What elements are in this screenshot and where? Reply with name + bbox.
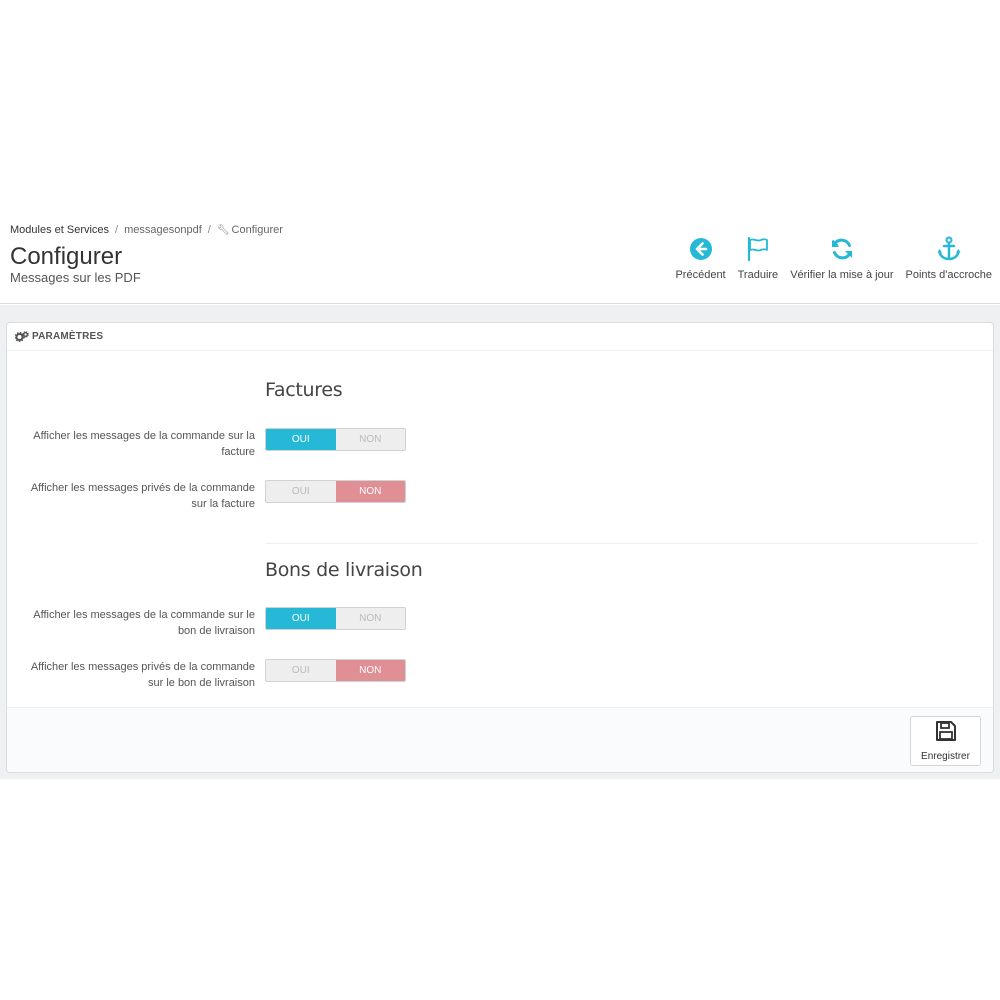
content-area: PARAMÈTRES Factures Afficher les message… [0,305,1000,779]
settings-panel: PARAMÈTRES Factures Afficher les message… [6,322,994,773]
switch-yes-option[interactable]: OUI [266,608,336,629]
breadcrumb-modules[interactable]: Modules et Services [10,224,109,236]
switch-no-option[interactable]: NON [335,660,405,681]
field-label: Afficher les messages privés de la comma… [30,661,255,689]
gears-icon [15,331,29,342]
breadcrumb-separator: / [115,224,119,236]
breadcrumb: Modules et Services / messagesonpdf / 🔧︎ Conf… [10,224,283,236]
breadcrumb-separator: / [207,224,211,236]
form-row-delivery-private-messages: Afficher les messages privés de la comma… [7,659,995,699]
save-button-label: Enregistrer [921,751,970,762]
section-title-delivery-slips: Bons de livraison [265,559,423,581]
field-label: Afficher les messages privés de la comma… [30,482,255,510]
switch-no-option[interactable]: NON [336,429,406,450]
floppy-disk-icon [935,720,957,747]
page-subtitle: Messages sur les PDF [10,270,141,285]
invoice-private-messages-switch[interactable]: OUI NON [265,480,406,503]
invoice-order-messages-switch[interactable]: OUI NON [265,428,406,451]
switch-yes-option[interactable]: OUI [266,429,336,450]
check-update-button[interactable]: Vérifier la mise à jour [784,234,899,281]
check-update-button-label: Vérifier la mise à jour [790,269,894,281]
hooks-button[interactable]: Points d'accroche [900,234,998,281]
circle-arrow-left-icon [686,234,716,264]
delivery-private-messages-switch[interactable]: OUI NON [265,659,406,682]
form-row-delivery-order-messages: Afficher les messages de la commande sur… [7,607,995,647]
breadcrumb-current: Configurer [231,224,283,236]
switch-yes-option[interactable]: OUI [266,660,336,681]
form-row-invoice-private-messages: Afficher les messages privés de la comma… [7,480,995,520]
section-divider [265,543,977,544]
save-button[interactable]: Enregistrer [910,716,981,766]
translate-button[interactable]: Traduire [732,234,785,281]
translate-button-label: Traduire [737,269,779,281]
switch-no-option[interactable]: NON [336,608,406,629]
field-label: Afficher les messages de la commande sur… [33,609,255,637]
hooks-button-label: Points d'accroche [905,269,992,281]
back-button[interactable]: Précédent [669,234,731,281]
page-title: Configurer [10,243,123,270]
section-title-invoices: Factures [265,379,343,401]
form-row-invoice-order-messages: Afficher les messages de la commande sur… [7,428,995,468]
switch-no-option[interactable]: NON [335,481,405,502]
toolbar: Précédent Traduire Vérifier la mise à jo… [669,234,998,281]
panel-heading: PARAMÈTRES [7,323,993,351]
field-label: Afficher les messages de la commande sur… [33,430,255,458]
panel-footer: Enregistrer [7,707,993,772]
anchor-icon [934,234,964,264]
panel-heading-title: PARAMÈTRES [32,331,104,342]
refresh-icon [827,234,857,264]
delivery-order-messages-switch[interactable]: OUI NON [265,607,406,630]
switch-yes-option[interactable]: OUI [266,481,336,502]
wrench-icon: 🔧︎ [216,225,230,236]
breadcrumb-module-name[interactable]: messagesonpdf [124,224,202,236]
page-head: Modules et Services / messagesonpdf / 🔧︎ Conf… [0,216,1000,304]
flag-icon [743,234,773,264]
back-button-label: Précédent [675,269,726,281]
